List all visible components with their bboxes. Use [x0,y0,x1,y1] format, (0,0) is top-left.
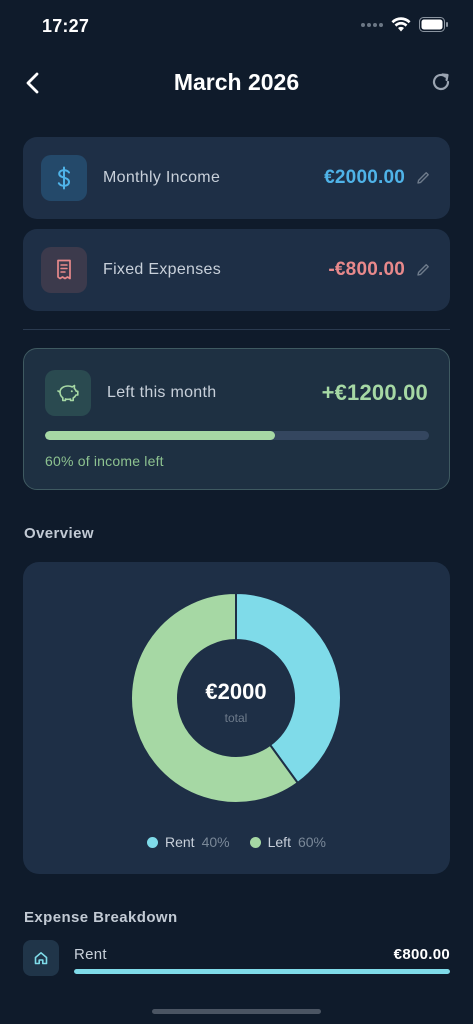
nav-header: March 2026 [0,62,473,104]
progress-fill [45,431,276,440]
dollar-icon [57,166,71,190]
status-time: 17:27 [42,16,90,36]
overview-chart-card: €2000 total Rent 40% Left 60% [23,562,450,874]
refresh-icon[interactable] [429,70,453,94]
overview-title: Overview [24,525,94,542]
income-icon-box [41,155,87,201]
home-indicator[interactable] [152,1009,321,1014]
donut-center-label: total [225,711,248,725]
expenses-icon-box [41,247,87,293]
income-value: €2000.00 [324,167,405,188]
piggy-bank-icon [57,384,79,402]
legend-pct-left: 60% [297,834,326,850]
status-icons [361,17,449,32]
breakdown-item-rent[interactable]: Rent €800.00 [23,940,450,980]
breakdown-title: Expense Breakdown [24,909,178,926]
legend-pct-rent: 40% [201,834,230,850]
donut-chart: €2000 total [130,592,342,804]
breakdown-bar [74,969,450,974]
breakdown-value: €800.00 [393,946,450,963]
battery-icon [419,17,448,32]
left-label: Left this month [107,384,217,401]
divider [23,329,450,330]
expenses-value: -€800.00 [328,259,405,280]
receipt-icon [57,259,71,280]
income-card[interactable]: Monthly Income €2000.00 [23,137,450,219]
breakdown-bar-fill [74,969,450,974]
progress-caption: 60% of income left [45,453,164,469]
legend-dot-left [249,836,261,848]
home-icon [34,952,48,965]
income-left-progress-bar [45,431,429,440]
left-this-month-card: Left this month +€1200.00 60% of income … [23,348,450,490]
legend-item-rent: Rent 40% [147,834,230,850]
left-value: +€1200.00 [321,380,428,405]
wifi-icon [391,17,411,32]
legend-dot-rent [147,836,158,848]
expenses-card[interactable]: Fixed Expenses -€800.00 [23,229,450,311]
donut-center-value: €2000 [205,679,266,704]
page-title: March 2026 [173,69,300,95]
left-icon-box [45,370,91,416]
breakdown-label: Rent [74,946,107,963]
legend-name-left: Left [267,834,291,850]
legend-item-left: Left 60% [249,834,326,850]
income-label: Monthly Income [103,169,221,186]
breakdown-icon-box [23,940,59,976]
edit-expenses-pencil-icon[interactable] [415,262,431,278]
expenses-label: Fixed Expenses [103,261,222,278]
chart-legend: Rent 40% Left 60% [23,834,450,850]
status-bar: 17:27 [0,0,473,50]
cellular-signal-icon [361,22,383,27]
legend-name-rent: Rent [165,834,195,850]
edit-income-pencil-icon[interactable] [415,170,431,186]
